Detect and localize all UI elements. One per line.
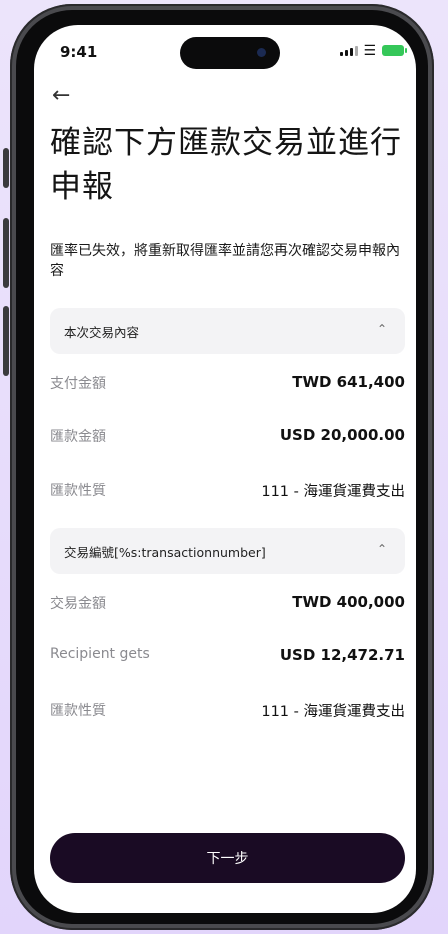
row-label: 支付金額 — [50, 376, 106, 392]
section-header-transaction-number[interactable]: 交易編號[%s:transactionnumber] ⌃ — [50, 528, 405, 574]
section-label: 交易編號[%s:transactionnumber] — [64, 545, 266, 560]
dynamic-island — [180, 37, 280, 69]
detail-row: 匯款金額 USD 20,000.00 — [50, 426, 405, 450]
row-value: USD 20,000.00 — [279, 426, 405, 444]
side-button-volume-down — [3, 306, 9, 376]
row-value: 111 - 海運貨運費支出 — [261, 704, 405, 720]
section-header-transaction-details[interactable]: 本次交易內容 ⌃ — [50, 308, 405, 354]
chevron-up-icon[interactable]: ⌃ — [377, 322, 387, 336]
signal-icon — [340, 46, 358, 56]
wifi-icon: ☰ — [363, 43, 376, 59]
next-button[interactable]: 下一步 — [50, 833, 405, 883]
side-button-volume-up — [3, 218, 9, 288]
row-value: USD 12,472.71 — [279, 646, 405, 664]
back-arrow-icon[interactable]: ← — [52, 83, 70, 108]
chevron-up-icon[interactable]: ⌃ — [377, 542, 387, 556]
status-time: 9:41 — [60, 43, 98, 61]
battery-icon — [382, 45, 407, 56]
camera-icon — [257, 48, 266, 57]
detail-row: Recipient gets USD 12,472.71 — [50, 646, 405, 670]
row-label: Recipient gets — [50, 646, 150, 662]
row-label: 匯款金額 — [50, 429, 106, 445]
page-title: 確認下方匯款交易並進行申報 — [50, 125, 402, 205]
row-label: 匯款性質 — [50, 703, 106, 719]
detail-row: 支付金額 TWD 641,400 — [50, 373, 405, 397]
section-label: 本次交易內容 — [64, 325, 140, 340]
detail-row: 匯款性質 111 - 海運貨運費支出 — [50, 480, 405, 504]
row-value: TWD 641,400 — [292, 373, 405, 391]
row-value: TWD 400,000 — [292, 593, 405, 611]
row-value: 111 - 海運貨運費支出 — [261, 484, 405, 500]
row-label: 匯款性質 — [50, 483, 106, 499]
status-bar: 9:41 ☰ — [34, 25, 416, 79]
app-screen: 9:41 ☰ ← 確認下方匯款交易並進行申報 匯率已失效，將重新取得匯率並請您再… — [34, 25, 416, 913]
detail-row: 交易金額 TWD 400,000 — [50, 593, 405, 617]
rate-expired-notice: 匯率已失效，將重新取得匯率並請您再次確認交易申報內容 — [50, 243, 400, 279]
detail-row: 匯款性質 111 - 海運貨運費支出 — [50, 700, 405, 724]
side-button-silent — [3, 148, 9, 188]
row-label: 交易金額 — [50, 596, 106, 612]
